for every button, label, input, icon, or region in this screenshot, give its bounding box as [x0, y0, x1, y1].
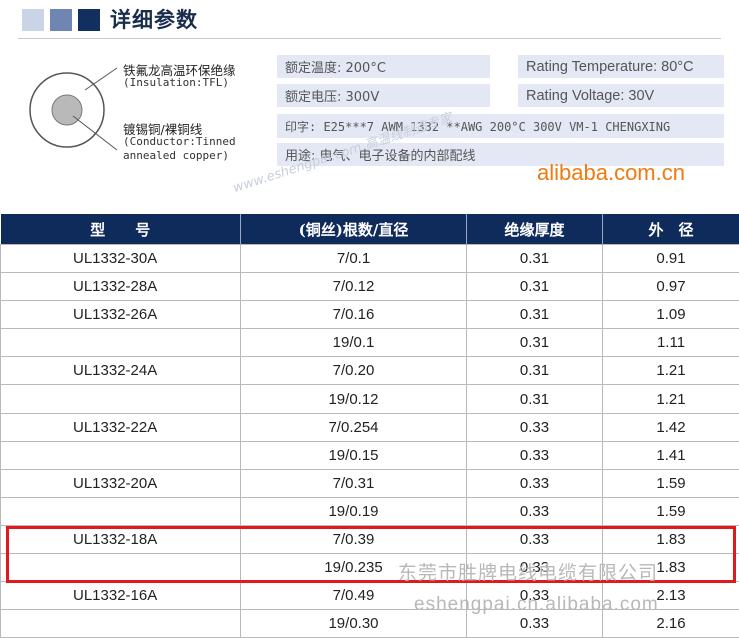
cell-model: UL1332-22A — [1, 413, 241, 441]
cell-strands: 19/0.1 — [241, 329, 467, 357]
cell-model: UL1332-28A — [1, 273, 241, 301]
cell-model: UL1332-30A — [1, 245, 241, 273]
header-square-mid — [50, 9, 72, 31]
cell-strands: 7/0.254 — [241, 413, 467, 441]
header-divider — [18, 38, 721, 39]
cell-od: 1.21 — [603, 385, 739, 413]
url-watermark: eshengpai.cn.alibaba.com — [414, 594, 659, 616]
cell-insulation: 0.31 — [467, 301, 603, 329]
cell-model: UL1332-24A — [1, 357, 241, 385]
header-square-dark — [78, 9, 100, 31]
cell-od: 1.42 — [603, 413, 739, 441]
spec-temp-en: Rating Temperature: 80°C — [518, 55, 724, 78]
cell-strands: 19/0.19 — [241, 497, 467, 525]
cell-strands: 7/0.1 — [241, 245, 467, 273]
cell-strands: 7/0.31 — [241, 469, 467, 497]
insulation-sub: (Insulation:TFL) — [123, 76, 229, 89]
table-row: UL1332-24A7/0.200.311.21 — [1, 357, 739, 385]
table-row: UL1332-20A7/0.310.331.59 — [1, 469, 739, 497]
cell-od: 1.11 — [603, 329, 739, 357]
col-header-insulation: 绝缘厚度 — [467, 214, 603, 245]
spec-volt-en: Rating Voltage: 30V — [518, 84, 724, 107]
cell-insulation: 0.31 — [467, 245, 603, 273]
table-row: 19/0.150.331.41 — [1, 441, 739, 469]
col-header-od: 外 径 — [603, 214, 739, 245]
cell-od: 0.97 — [603, 273, 739, 301]
cell-strands: 7/0.20 — [241, 357, 467, 385]
cell-insulation: 0.33 — [467, 497, 603, 525]
cell-od: 1.41 — [603, 441, 739, 469]
cell-strands: 19/0.12 — [241, 385, 467, 413]
cell-model: UL1332-20A — [1, 469, 241, 497]
cell-model — [1, 497, 241, 525]
table-row: UL1332-26A7/0.160.311.09 — [1, 301, 739, 329]
section-title: 详细参数 — [110, 4, 198, 34]
col-header-strands: (铜丝)根数/直径 — [241, 214, 467, 245]
cell-strands: 19/0.15 — [241, 441, 467, 469]
cell-od: 1.09 — [603, 301, 739, 329]
company-watermark: 东莞市胜牌电线电缆有限公司 — [398, 558, 658, 585]
table-row: 19/0.190.331.59 — [1, 497, 739, 525]
cell-model — [1, 385, 241, 413]
header-square-light — [22, 9, 44, 31]
table-header-row: 型 号 (铜丝)根数/直径 绝缘厚度 外 径 — [1, 214, 739, 245]
section-header: 详细参数 — [0, 0, 739, 48]
spec-temp-cn: 额定温度: 200°C — [277, 55, 490, 78]
table-row: UL1332-30A7/0.10.310.91 — [1, 245, 739, 273]
spec-volt-cn: 额定电压: 300V — [277, 84, 490, 107]
cell-model — [1, 610, 241, 638]
cell-od: 1.59 — [603, 469, 739, 497]
cell-od: 0.91 — [603, 245, 739, 273]
conductor-sub-2: annealed copper) — [123, 149, 229, 162]
conductor-sub-1: (Conductor:Tinned — [123, 135, 236, 148]
table-row: 19/0.10.311.11 — [1, 329, 739, 357]
spec-marking: 印字: E25***7 AWM 1332 **AWG 200°C 300V VM… — [277, 114, 724, 138]
cell-model — [1, 441, 241, 469]
cell-insulation: 0.33 — [467, 413, 603, 441]
cell-insulation: 0.31 — [467, 385, 603, 413]
cell-od: 1.59 — [603, 497, 739, 525]
cell-strands: 7/0.12 — [241, 273, 467, 301]
cell-insulation: 0.31 — [467, 329, 603, 357]
cell-model: UL1332-16A — [1, 582, 241, 610]
cell-insulation: 0.33 — [467, 469, 603, 497]
table-row: UL1332-28A7/0.120.310.97 — [1, 273, 739, 301]
cell-strands: 7/0.16 — [241, 301, 467, 329]
cell-insulation: 0.31 — [467, 357, 603, 385]
cell-model — [1, 329, 241, 357]
cell-insulation: 0.33 — [467, 441, 603, 469]
cell-model: UL1332-26A — [1, 301, 241, 329]
col-header-model: 型 号 — [1, 214, 241, 245]
table-row: 19/0.120.311.21 — [1, 385, 739, 413]
cell-insulation: 0.31 — [467, 273, 603, 301]
table-row: UL1332-22A7/0.2540.331.42 — [1, 413, 739, 441]
cell-od: 1.21 — [603, 357, 739, 385]
brand-logo: alibaba.com.cn — [537, 160, 685, 186]
